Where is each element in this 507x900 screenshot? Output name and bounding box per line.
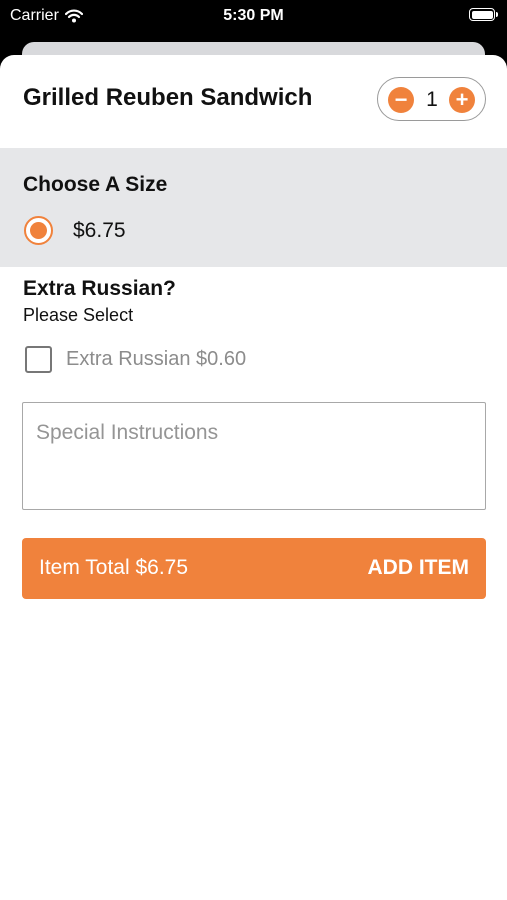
radio-selected-dot	[30, 222, 47, 239]
status-bar: Carrier 5:30 PM	[0, 0, 507, 34]
minus-icon: −	[394, 87, 408, 112]
quantity-value: 1	[426, 88, 438, 111]
size-heading: Choose A Size	[23, 173, 168, 196]
add-item-button[interactable]: Item Total $6.75 ADD ITEM	[22, 538, 486, 599]
extras-heading: Extra Russian?	[23, 277, 176, 300]
extra-russian-checkbox[interactable]	[25, 346, 52, 373]
quantity-stepper: − 1 +	[377, 77, 486, 121]
title-row: Grilled Reuben Sandwich − 1 +	[0, 55, 507, 148]
size-radio-button[interactable]	[24, 216, 53, 245]
size-option-price: $6.75	[73, 219, 126, 242]
special-instructions-input[interactable]	[22, 402, 486, 510]
status-time: 5:30 PM	[223, 7, 284, 24]
add-item-label: ADD ITEM	[367, 556, 470, 579]
size-section: Choose A Size $6.75	[0, 148, 507, 267]
extra-russian-label[interactable]: Extra Russian $0.60	[66, 348, 246, 371]
plus-icon: +	[455, 87, 469, 112]
increment-button[interactable]: +	[449, 87, 475, 113]
item-sheet: Grilled Reuben Sandwich − 1 + Choose A S…	[0, 55, 507, 900]
battery-icon	[469, 8, 498, 21]
item-title: Grilled Reuben Sandwich	[23, 84, 313, 111]
extras-subheading: Please Select	[23, 305, 134, 325]
decrement-button[interactable]: −	[388, 87, 414, 113]
item-total: Item Total $6.75	[39, 556, 189, 579]
